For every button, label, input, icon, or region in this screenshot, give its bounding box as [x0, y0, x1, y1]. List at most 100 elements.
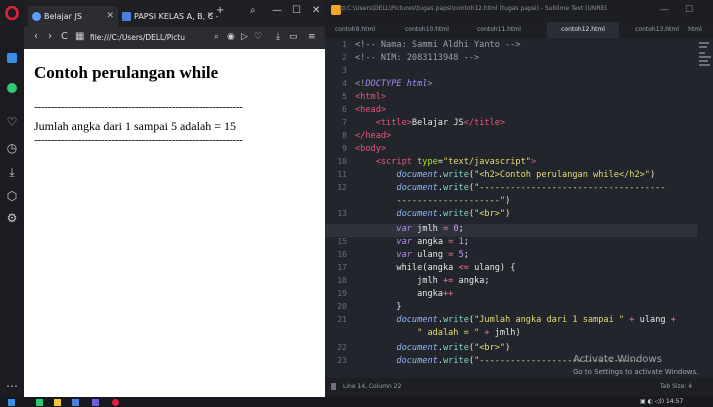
code-line: var ulang = 5;: [396, 250, 469, 260]
code-line: while(angka <= ulang) {: [396, 263, 516, 273]
cursor-position[interactable]: Line 14, Column 22: [343, 383, 401, 390]
line-number: 15: [337, 237, 347, 246]
code-line: <head>: [355, 105, 387, 115]
history-icon[interactable]: ◷: [4, 140, 20, 156]
search-tabs-icon[interactable]: ⌕: [250, 5, 256, 16]
line-number: 21: [337, 315, 347, 324]
code-line: jmlh += angka;: [417, 276, 490, 286]
line-number: 13: [337, 209, 347, 218]
heart-icon[interactable]: ♡: [254, 32, 262, 42]
camera-icon[interactable]: ◉: [227, 32, 235, 42]
line-number: 5: [342, 92, 347, 101]
browser-tab-bar: Belajar JS ✕ PAPSI KELAS A, B, C - ✕ + ⌕…: [24, 0, 325, 27]
line-number: 8: [342, 131, 347, 140]
code-line: angka++: [417, 289, 454, 299]
close-window-icon[interactable]: ✕: [312, 5, 320, 16]
code-editor[interactable]: <!-- Nama: Sammi Aldhi Yanto --> <!-- NI…: [355, 38, 695, 378]
line-number: 17: [337, 263, 347, 272]
taskbar-app-icon[interactable]: [92, 399, 99, 406]
page-heading: Contoh perulangan while: [34, 63, 219, 82]
address-bar: ‹ › C ▦ ▯ file:///C:/Users/DELL/Pictu ⌕ …: [24, 27, 325, 49]
minimap[interactable]: [697, 38, 713, 78]
network-icon[interactable]: ▣: [640, 398, 646, 405]
editor-tab-contoh11[interactable]: contoh11.html: [463, 22, 535, 38]
tab-belajar-js[interactable]: Belajar JS ✕: [28, 6, 118, 27]
clock[interactable]: 14:57: [666, 398, 683, 405]
tab-papsi[interactable]: PAPSI KELAS A, B, C - ✕: [118, 6, 218, 27]
system-tray: ▣ ◐ ◁)) 14:57: [640, 397, 683, 407]
code-line: --------------------"): [396, 196, 511, 206]
code-line: <!-- Nama: Sammi Aldhi Yanto -->: [355, 40, 521, 50]
code-line: " adalah = " + jmlh): [417, 328, 521, 338]
file-explorer-icon[interactable]: [54, 399, 61, 406]
new-tab-icon[interactable]: +: [216, 5, 224, 16]
code-line: document.write("Jumlah angka dari 1 samp…: [396, 315, 676, 325]
code-line: <!-- NIM: 2083113948 -->: [355, 53, 480, 63]
download-icon[interactable]: ⤓: [276, 32, 280, 42]
speed-dial-icon[interactable]: ▦: [75, 31, 84, 42]
maximize-icon[interactable]: ☐: [292, 5, 301, 16]
close-icon[interactable]: ✕: [106, 6, 114, 27]
window-title: C:\Users\DELL\Pictures\tugas papsi\conto…: [347, 5, 607, 12]
minimize-icon[interactable]: —: [272, 5, 282, 16]
line-number-gutter: 1234567891011121314151617181920212223: [325, 38, 355, 378]
whatsapp-icon[interactable]: [4, 82, 20, 98]
heart-icon[interactable]: ♡: [4, 114, 20, 130]
sublime-window: ≡ C:\Users\DELL\Pictures\tugas papsi\con…: [325, 0, 713, 397]
opera-taskbar-icon[interactable]: [112, 399, 119, 406]
line-number: 18: [337, 276, 347, 285]
document-icon: [122, 12, 131, 21]
globe-icon: [32, 12, 41, 21]
search-icon[interactable]: ⌕: [214, 32, 219, 42]
forward-icon[interactable]: ›: [48, 31, 52, 42]
code-line: </head>: [355, 131, 392, 141]
maximize-icon[interactable]: ☐: [685, 5, 693, 15]
tab-label: Belajar JS: [44, 12, 82, 21]
code-line: <script type="text/javascript">: [375, 157, 537, 167]
line-number: 23: [337, 356, 347, 365]
opera-logo-icon[interactable]: [4, 5, 20, 22]
code-line: <!DOCTYPE html>: [355, 79, 433, 89]
activate-windows-subtitle: Go to Settings to activate Windows.: [573, 368, 699, 376]
line-number: 4: [342, 79, 347, 88]
line-number: 7: [342, 118, 347, 127]
activate-windows-title: Activate Windows: [573, 354, 662, 365]
code-line: }: [396, 302, 402, 312]
menu-icon[interactable]: ≡: [339, 4, 347, 14]
download-icon[interactable]: ⤓: [4, 164, 20, 180]
speaker-icon[interactable]: ◐ ◁)): [648, 398, 664, 405]
cube-icon[interactable]: ⬡: [4, 188, 20, 204]
editor-tab-contoh9[interactable]: contoh9.html: [319, 22, 391, 38]
browser-window: Belajar JS ✕ PAPSI KELAS A, B, C - ✕ + ⌕…: [24, 0, 325, 397]
more-icon[interactable]: ⋯: [4, 378, 20, 394]
workspace-icon[interactable]: [4, 52, 20, 68]
taskbar-app-icon[interactable]: [72, 399, 79, 406]
editor-tab-contoh12[interactable]: contoh12.html: [547, 22, 619, 38]
code-line: var jmlh = 0;: [396, 224, 464, 234]
windows-start-icon[interactable]: [8, 399, 15, 406]
battery-icon[interactable]: ▭: [289, 32, 298, 42]
code-line: document.write("------------------------…: [396, 183, 666, 193]
tab-size[interactable]: Tab Size: 4: [660, 383, 692, 390]
line-number: 2: [342, 53, 347, 62]
line-number: 20: [337, 302, 347, 311]
close-icon[interactable]: ✕: [206, 6, 214, 27]
line-number: 16: [337, 250, 347, 259]
opera-sidebar: ♡ ◷ ⤓ ⬡ ⚙ ⋯: [0, 0, 24, 397]
editor-tab-contoh10[interactable]: contoh10.html: [391, 22, 463, 38]
editor-tab-html[interactable]: html: [677, 22, 713, 38]
line-number: 1: [342, 40, 347, 49]
minimize-icon[interactable]: —: [660, 5, 669, 15]
dash-line-top: ----------------------------------------…: [34, 101, 243, 113]
url-field[interactable]: file:///C:/Users/DELL/Pictu: [90, 32, 210, 44]
settings-icon[interactable]: ⚙: [4, 210, 20, 226]
line-number: 3: [342, 66, 347, 75]
taskbar-app-icon[interactable]: [36, 399, 43, 406]
code-line: <body>: [355, 144, 387, 154]
result-text: Jumlah angka dari 1 sampai 5 adalah = 15: [34, 119, 237, 133]
menu-icon[interactable]: ≡: [308, 32, 316, 42]
send-icon[interactable]: ▷: [241, 32, 248, 42]
back-icon[interactable]: ‹: [34, 31, 38, 42]
sublime-title-bar: ≡ C:\Users\DELL\Pictures\tugas papsi\con…: [325, 0, 713, 22]
reload-icon[interactable]: C: [61, 31, 68, 42]
